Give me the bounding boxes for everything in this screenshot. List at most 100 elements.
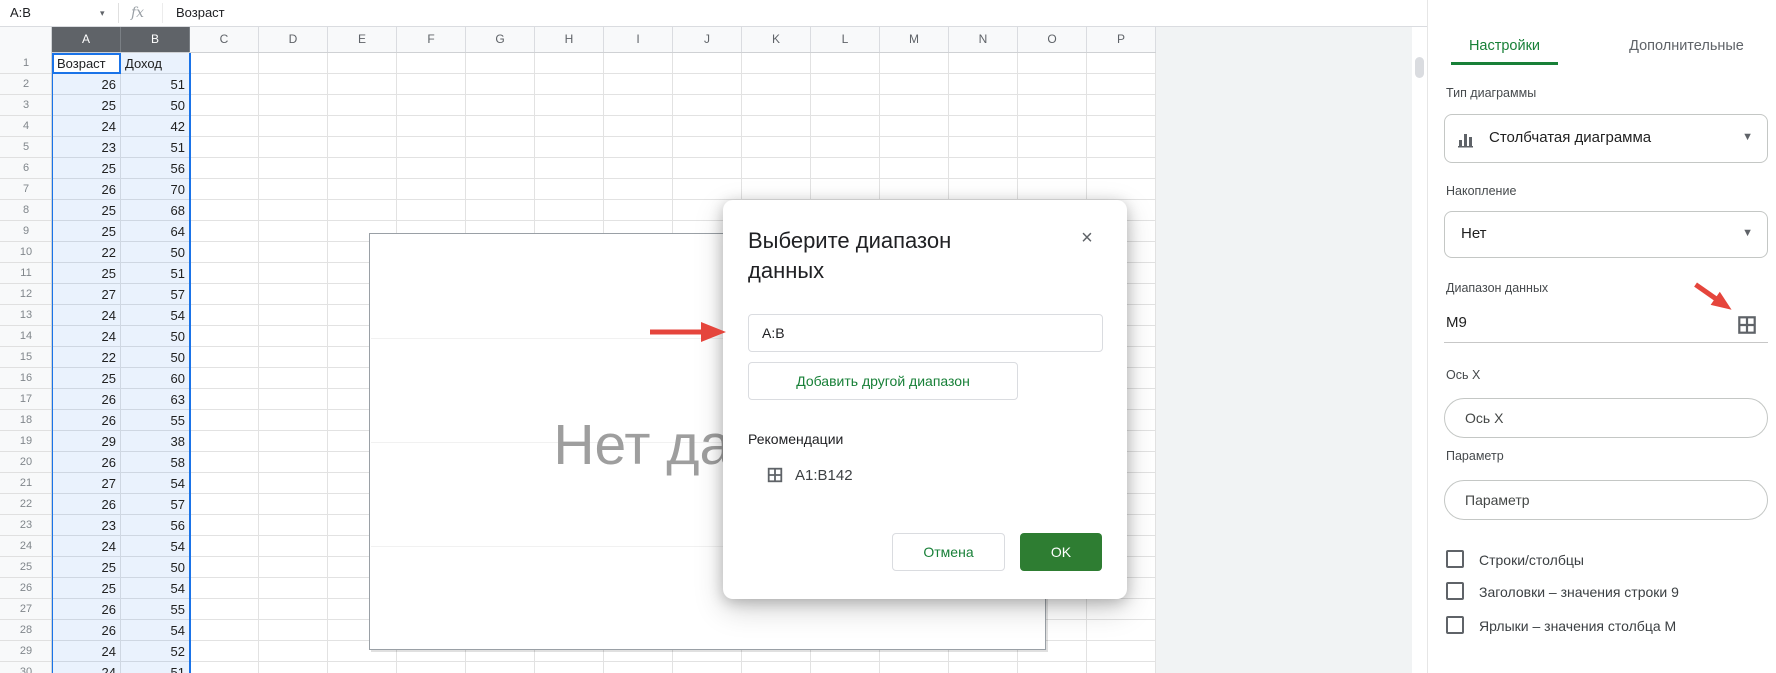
data-range-value[interactable]: M9 <box>1446 314 1467 331</box>
cell-B9[interactable]: 64 <box>121 221 190 242</box>
cell-A18[interactable]: 26 <box>52 410 121 431</box>
row-header-3[interactable]: 3 <box>0 95 52 116</box>
cell-B2[interactable]: 51 <box>121 74 190 95</box>
select-data-range-button[interactable] <box>1736 314 1760 338</box>
data-range-input[interactable] <box>748 314 1103 352</box>
tab-settings[interactable]: Настройки <box>1451 30 1558 65</box>
row-header-19[interactable]: 19 <box>0 431 52 452</box>
row-header-17[interactable]: 17 <box>0 389 52 410</box>
cell-A25[interactable]: 25 <box>52 557 121 578</box>
cell-A14[interactable]: 24 <box>52 326 121 347</box>
cell-A8[interactable]: 25 <box>52 200 121 221</box>
column-header-E[interactable]: E <box>328 27 397 52</box>
row-header-8[interactable]: 8 <box>0 200 52 221</box>
cell-B30[interactable]: 51 <box>121 662 190 673</box>
cell-B1[interactable]: Доход <box>121 53 190 74</box>
row-header-22[interactable]: 22 <box>0 494 52 515</box>
ok-button[interactable]: OK <box>1020 533 1102 571</box>
column-header-N[interactable]: N <box>949 27 1018 52</box>
cell-B27[interactable]: 55 <box>121 599 190 620</box>
row-header-2[interactable]: 2 <box>0 74 52 95</box>
cell-A10[interactable]: 22 <box>52 242 121 263</box>
add-range-button[interactable]: Добавить другой диапазон <box>748 362 1018 400</box>
row-header-5[interactable]: 5 <box>0 137 52 158</box>
row-header-18[interactable]: 18 <box>0 410 52 431</box>
row-header-29[interactable]: 29 <box>0 641 52 662</box>
cell-B25[interactable]: 50 <box>121 557 190 578</box>
column-header-K[interactable]: K <box>742 27 811 52</box>
cell-B16[interactable]: 60 <box>121 368 190 389</box>
cell-B8[interactable]: 68 <box>121 200 190 221</box>
cell-A12[interactable]: 27 <box>52 284 121 305</box>
cell-B21[interactable]: 54 <box>121 473 190 494</box>
cell-B11[interactable]: 51 <box>121 263 190 284</box>
column-header-C[interactable]: C <box>190 27 259 52</box>
cell-B5[interactable]: 51 <box>121 137 190 158</box>
name-box-dropdown-icon[interactable]: ▾ <box>100 0 105 26</box>
cell-B19[interactable]: 38 <box>121 431 190 452</box>
column-header-H[interactable]: H <box>535 27 604 52</box>
cell-B24[interactable]: 54 <box>121 536 190 557</box>
row-header-24[interactable]: 24 <box>0 536 52 557</box>
column-header-B[interactable]: B <box>121 27 190 52</box>
select-all-corner[interactable] <box>0 27 52 53</box>
column-header-F[interactable]: F <box>397 27 466 52</box>
row-header-13[interactable]: 13 <box>0 305 52 326</box>
cell-B17[interactable]: 63 <box>121 389 190 410</box>
row-header-26[interactable]: 26 <box>0 578 52 599</box>
row-header-28[interactable]: 28 <box>0 620 52 641</box>
column-header-P[interactable]: P <box>1087 27 1156 52</box>
column-header-J[interactable]: J <box>673 27 742 52</box>
cell-A17[interactable]: 26 <box>52 389 121 410</box>
column-header-I[interactable]: I <box>604 27 673 52</box>
cancel-button[interactable]: Отмена <box>892 533 1005 571</box>
checkbox-use-columnM-labels[interactable] <box>1446 616 1464 634</box>
cell-B26[interactable]: 54 <box>121 578 190 599</box>
row-header-6[interactable]: 6 <box>0 158 52 179</box>
vertical-scrollbar[interactable] <box>1412 27 1427 673</box>
cell-B20[interactable]: 58 <box>121 452 190 473</box>
row-header-21[interactable]: 21 <box>0 473 52 494</box>
cell-A5[interactable]: 23 <box>52 137 121 158</box>
scrollbar-thumb[interactable] <box>1415 57 1424 78</box>
cell-B15[interactable]: 50 <box>121 347 190 368</box>
checkbox-use-row9-headers[interactable] <box>1446 582 1464 600</box>
cell-A15[interactable]: 22 <box>52 347 121 368</box>
row-header-27[interactable]: 27 <box>0 599 52 620</box>
close-icon[interactable]: × <box>1075 226 1099 250</box>
cell-A4[interactable]: 24 <box>52 116 121 137</box>
row-header-25[interactable]: 25 <box>0 557 52 578</box>
cell-A13[interactable]: 24 <box>52 305 121 326</box>
cell-B3[interactable]: 50 <box>121 95 190 116</box>
cell-A2[interactable]: 26 <box>52 74 121 95</box>
row-header-15[interactable]: 15 <box>0 347 52 368</box>
cell-B4[interactable]: 42 <box>121 116 190 137</box>
formula-input[interactable]: Возраст <box>176 0 225 26</box>
row-header-10[interactable]: 10 <box>0 242 52 263</box>
cell-A30[interactable]: 24 <box>52 662 121 673</box>
column-header-M[interactable]: M <box>880 27 949 52</box>
row-header-11[interactable]: 11 <box>0 263 52 284</box>
recommendation-item[interactable]: A1:B142 <box>766 464 853 488</box>
cell-B18[interactable]: 55 <box>121 410 190 431</box>
x-axis-input[interactable] <box>1444 398 1768 438</box>
column-header-G[interactable]: G <box>466 27 535 52</box>
cell-A27[interactable]: 26 <box>52 599 121 620</box>
row-header-14[interactable]: 14 <box>0 326 52 347</box>
cell-A1-active[interactable]: Возраст <box>52 53 121 74</box>
cell-A22[interactable]: 26 <box>52 494 121 515</box>
cell-A6[interactable]: 25 <box>52 158 121 179</box>
cell-A26[interactable]: 25 <box>52 578 121 599</box>
row-header-4[interactable]: 4 <box>0 116 52 137</box>
row-header-12[interactable]: 12 <box>0 284 52 305</box>
cell-B28[interactable]: 54 <box>121 620 190 641</box>
cell-B13[interactable]: 54 <box>121 305 190 326</box>
cell-A9[interactable]: 25 <box>52 221 121 242</box>
stacking-select[interactable]: Нет ▼ <box>1444 211 1768 258</box>
cell-B23[interactable]: 56 <box>121 515 190 536</box>
cell-B7[interactable]: 70 <box>121 179 190 200</box>
cell-A24[interactable]: 24 <box>52 536 121 557</box>
column-header-L[interactable]: L <box>811 27 880 52</box>
cell-A3[interactable]: 25 <box>52 95 121 116</box>
row-header-7[interactable]: 7 <box>0 179 52 200</box>
